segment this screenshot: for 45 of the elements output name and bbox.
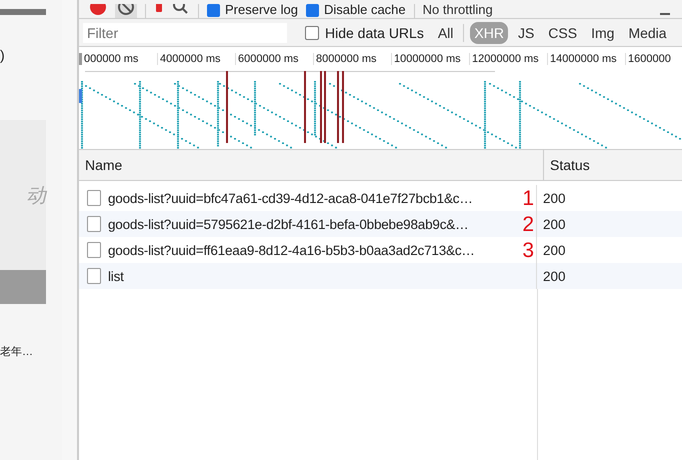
checkbox-label: Disable cache [324, 5, 406, 15]
timeline-tick-label: 12000000 ms [469, 52, 547, 65]
type-filter-tab[interactable]: JS [514, 22, 538, 44]
type-filter-tab[interactable]: All [434, 22, 458, 44]
status-cell-text: 200 [542, 242, 566, 258]
request-name[interactable]: goods-list?uuid=ff61eaa9-8d12-4a16-b5b3-b0aa3ad2c713&c… [108, 242, 475, 258]
timeline-tick-label: 10000000 ms [391, 52, 469, 65]
page-text: 动 [26, 184, 46, 208]
checkbox[interactable] [306, 4, 319, 16]
column-header[interactable]: Name [79, 150, 544, 180]
timeline-tick-label: 8000000 ms [313, 52, 391, 65]
checkbox[interactable] [207, 4, 220, 16]
annotation-number: 3 [522, 240, 535, 260]
status-cell-text: 200 [542, 268, 566, 284]
page-text: ) [0, 47, 6, 65]
page-text: 老年… [0, 345, 34, 359]
document-icon [87, 216, 101, 232]
timeline-tick-label: 000000 ms [79, 52, 157, 65]
timeline-tick-label: 6000000 ms [235, 52, 313, 65]
annotation-number: 2 [522, 214, 535, 234]
annotation-number: 1 [522, 188, 535, 208]
timeline-tick-label: 4000000 ms [157, 52, 235, 65]
type-filter-tab[interactable]: Media [624, 22, 671, 44]
throttling-dropdown[interactable]: No throttling [422, 5, 493, 15]
record-icon[interactable] [89, 4, 107, 18]
document-icon [87, 242, 101, 258]
document-icon [87, 268, 101, 284]
timeline-tick-label: 14000000 ms [547, 52, 625, 65]
request-name[interactable]: list [108, 268, 124, 284]
checkbox-label: Hide data URLs [325, 24, 424, 40]
page-header-bar [0, 9, 46, 15]
page-banner [0, 270, 46, 304]
checkbox[interactable] [305, 26, 319, 40]
column-header[interactable]: Status [544, 157, 682, 173]
status-cell-text: 200 [542, 190, 566, 206]
status-cell-text: 200 [542, 216, 566, 232]
type-filter-tab[interactable]: CSS [544, 22, 582, 44]
request-name[interactable]: goods-list?uuid=5795621e-d2bf-4161-befa-0bbebe98ab9c&… [108, 216, 468, 232]
document-icon [87, 190, 101, 206]
type-filter-tab[interactable]: Img [587, 22, 618, 44]
filter-field[interactable]: Filter [83, 22, 287, 42]
checkbox-label: Preserve log [225, 5, 298, 15]
request-name[interactable]: goods-list?uuid=bfc47a61-cd39-4d12-aca8-041e7f27bcb1&c… [108, 190, 473, 206]
clear-icon[interactable] [115, 4, 137, 18]
timeline-tick-label: 1600000 [625, 52, 682, 65]
